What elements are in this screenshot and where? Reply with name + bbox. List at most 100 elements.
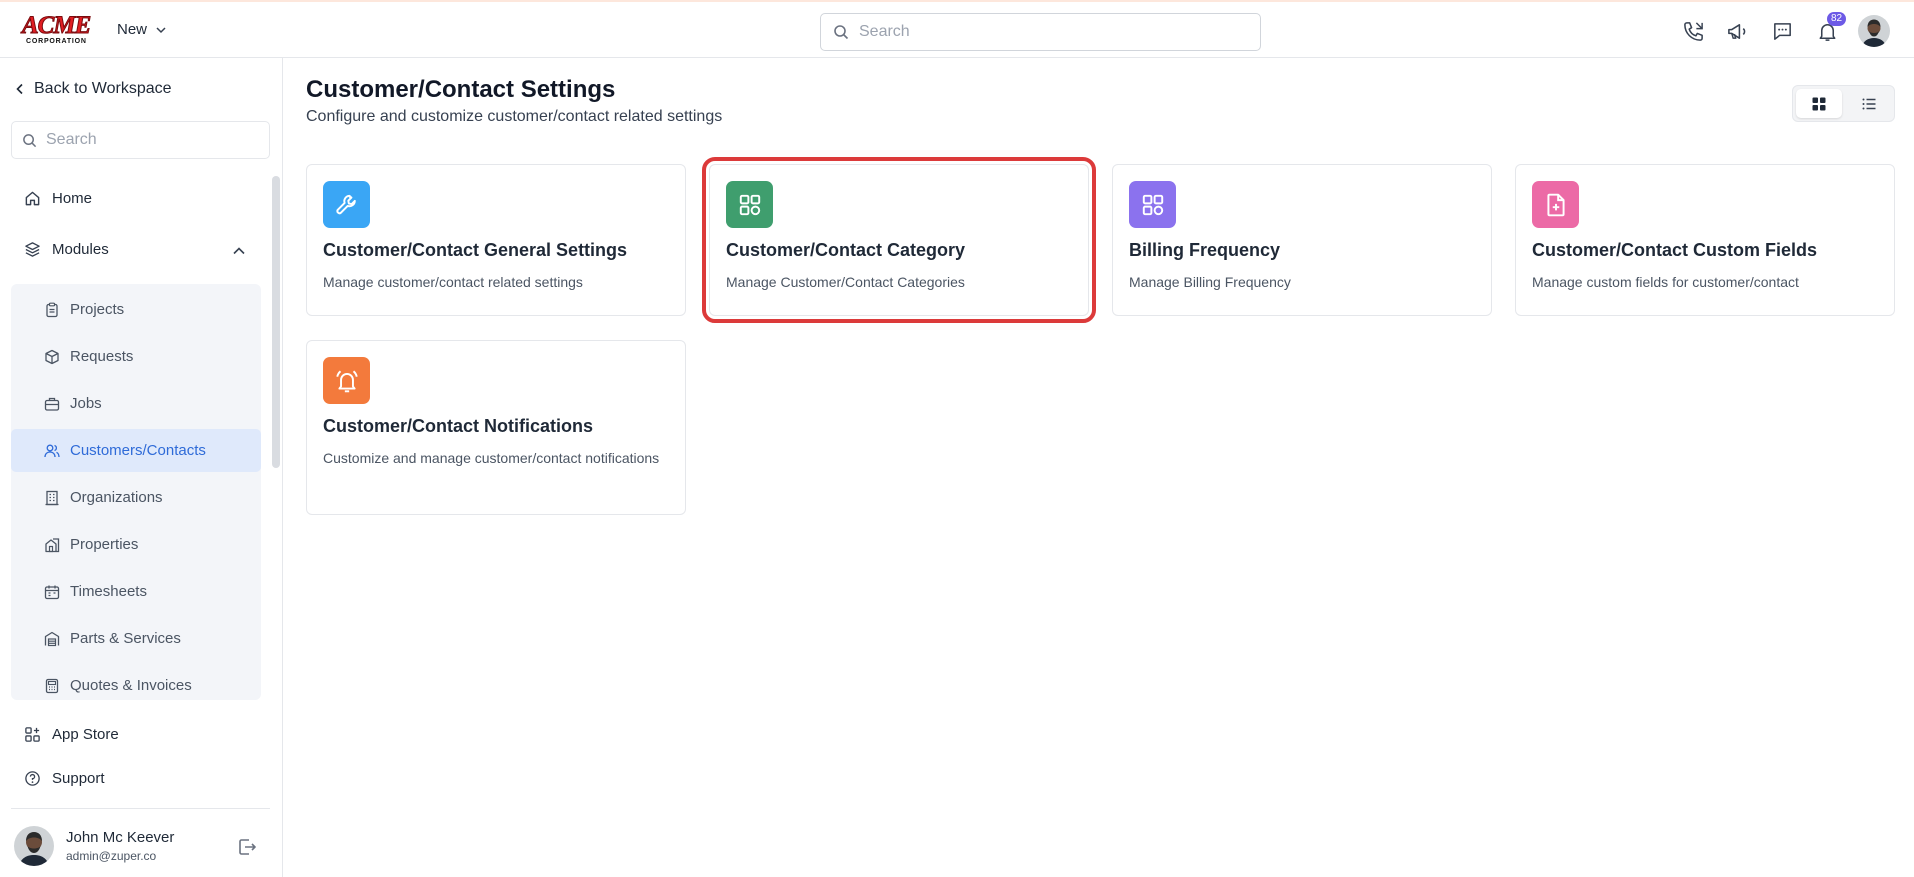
sidebar-item-support[interactable]: Support	[24, 770, 105, 787]
sidebar-item-label: Jobs	[70, 395, 102, 412]
list-icon	[1862, 98, 1876, 109]
property-icon	[45, 537, 60, 552]
notification-badge: 82	[1827, 12, 1847, 26]
sidebar-item-label: Projects	[70, 301, 125, 318]
page-title: Customer/Contact Settings	[306, 76, 616, 103]
sidebar-item-customers-contacts[interactable]: Customers/Contacts	[11, 429, 261, 472]
sidebar-item-label: Parts & Services	[70, 630, 181, 647]
briefcase-icon	[44, 397, 60, 411]
layers-icon	[25, 242, 40, 257]
sidebar-item-timesheets[interactable]: Timesheets	[11, 570, 261, 613]
list-view-button[interactable]	[1846, 89, 1892, 118]
help-circle-icon	[25, 771, 40, 786]
top-bar: ACME CORPORATION New 82	[0, 0, 1914, 58]
sidebar-item-label: Support	[52, 770, 105, 787]
sidebar-item-jobs[interactable]: Jobs	[11, 382, 261, 425]
sidebar-search[interactable]	[11, 121, 270, 159]
home-icon	[25, 191, 40, 206]
wrench-icon	[335, 194, 356, 214]
sidebar: Back to Workspace Home Modules Projects …	[0, 58, 283, 877]
card-title: Customer/Contact Custom Fields	[1532, 240, 1818, 260]
users-icon	[44, 444, 60, 457]
settings-card-notifications[interactable]: Customer/Contact Notifications Customize…	[306, 340, 686, 515]
megaphone-icon[interactable]	[1724, 18, 1750, 44]
sidebar-item-properties[interactable]: Properties	[11, 523, 261, 566]
bell-ring-icon	[335, 370, 358, 392]
user-name: John Mc Keever	[66, 829, 175, 846]
sidebar-item-label: Properties	[70, 536, 139, 553]
sidebar-item-label: Requests	[70, 348, 134, 365]
file-plus-icon	[1546, 193, 1565, 216]
sidebar-item-projects[interactable]: Projects	[11, 288, 261, 331]
search-icon	[23, 133, 37, 147]
grid-icon	[1812, 97, 1826, 110]
settings-card-category[interactable]: Customer/Contact Category Manage Custome…	[702, 157, 1096, 323]
sidebar-item-label: App Store	[52, 726, 119, 743]
building-icon	[45, 490, 59, 505]
sidebar-search-input[interactable]	[46, 131, 256, 149]
calendar-icon	[44, 585, 60, 599]
view-toggle	[1792, 85, 1895, 122]
sidebar-item-label: Timesheets	[70, 583, 147, 600]
global-search[interactable]	[820, 13, 1261, 51]
grid-view-button[interactable]	[1796, 89, 1842, 118]
sidebar-item-parts-services[interactable]: Parts & Services	[11, 617, 261, 660]
warehouse-icon	[44, 631, 60, 646]
sidebar-scrollbar[interactable]	[272, 176, 280, 468]
chevron-left-icon	[16, 83, 23, 95]
card-icon-tile	[323, 181, 370, 228]
card-title: Customer/Contact Category	[726, 240, 966, 260]
settings-card-general[interactable]: Customer/Contact General Settings Manage…	[306, 164, 686, 316]
avatar[interactable]	[1858, 15, 1890, 47]
notifications-bell[interactable]: 82	[1814, 12, 1847, 44]
search-icon	[834, 25, 849, 40]
user-email: admin@zuper.co	[66, 849, 157, 863]
sidebar-item-label: Customers/Contacts	[70, 442, 206, 459]
card-icon-tile	[1532, 181, 1579, 228]
category-grid-icon	[739, 194, 760, 215]
chevron-down-icon	[156, 26, 166, 33]
chevron-up-icon[interactable]	[232, 244, 246, 258]
acme-logo[interactable]: ACME CORPORATION	[22, 12, 94, 46]
card-description: Customize and manage customer/contact no…	[323, 450, 660, 466]
sidebar-item-home[interactable]: Home	[24, 190, 92, 207]
back-to-workspace-link[interactable]: Back to Workspace	[14, 80, 172, 98]
card-description: Manage Billing Frequency	[1129, 274, 1291, 290]
card-icon-tile	[323, 357, 370, 404]
avatar[interactable]	[14, 826, 54, 866]
card-title: Billing Frequency	[1129, 240, 1281, 260]
card-icon-tile	[1129, 181, 1176, 228]
sidebar-item-label: Home	[52, 190, 93, 207]
card-icon-tile	[726, 181, 773, 228]
page-subtitle: Configure and customize customer/contact…	[306, 108, 723, 125]
back-to-workspace-label: Back to Workspace	[34, 80, 172, 97]
box-icon	[45, 349, 59, 364]
chat-icon[interactable]	[1769, 18, 1795, 44]
sidebar-item-app-store[interactable]: App Store	[24, 726, 119, 743]
sidebar-item-organizations[interactable]: Organizations	[11, 476, 261, 519]
card-description: Manage customer/contact related settings	[323, 274, 583, 290]
sidebar-item-quotes-invoices[interactable]: Quotes & Invoices	[11, 664, 261, 700]
card-description: Manage Customer/Contact Categories	[726, 274, 965, 290]
card-title: Customer/Contact General Settings	[323, 240, 628, 260]
sidebar-item-label: Organizations	[70, 489, 163, 506]
user-profile: John Mc Keever admin@zuper.co	[14, 826, 274, 866]
sidebar-item-label: Modules	[52, 241, 109, 258]
card-title: Customer/Contact Notifications	[323, 416, 594, 436]
sidebar-item-modules[interactable]: Modules	[24, 241, 109, 258]
new-button-label: New	[117, 21, 148, 38]
logout-icon[interactable]	[236, 836, 258, 858]
app-store-icon	[25, 727, 40, 742]
global-search-input[interactable]	[859, 23, 1239, 41]
new-button[interactable]: New	[117, 21, 167, 38]
category-grid-icon	[1142, 194, 1163, 215]
sidebar-item-label: Quotes & Invoices	[70, 677, 192, 694]
sidebar-item-requests[interactable]: Requests	[11, 335, 261, 378]
settings-card-custom-fields[interactable]: Customer/Contact Custom Fields Manage cu…	[1515, 164, 1895, 316]
sidebar-divider	[11, 808, 270, 809]
modules-submenu: Projects Requests Jobs Customers/Contact…	[11, 284, 261, 700]
settings-card-billing-frequency[interactable]: Billing Frequency Manage Billing Frequen…	[1112, 164, 1492, 316]
card-description: Manage custom fields for customer/contac…	[1532, 274, 1799, 290]
logo-text: ACME	[22, 12, 92, 39]
phone-icon[interactable]	[1680, 18, 1706, 44]
